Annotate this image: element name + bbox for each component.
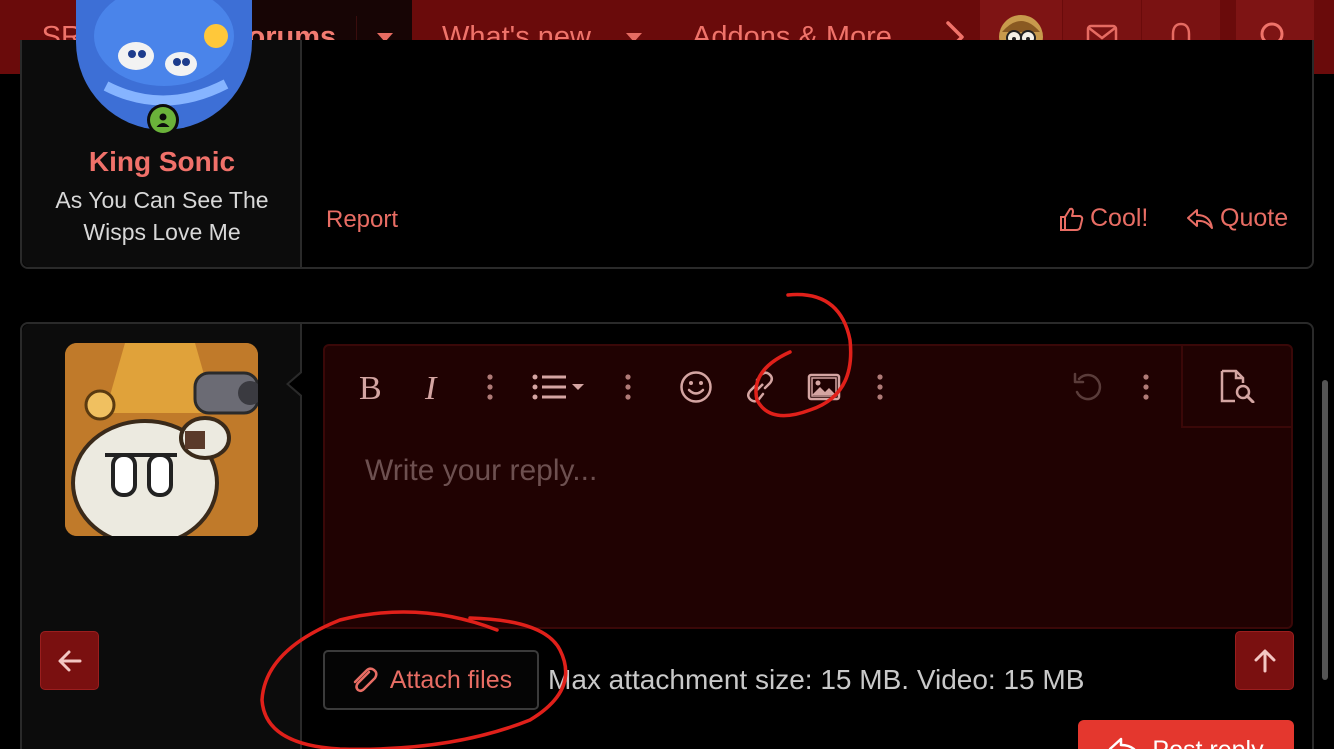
bold-button[interactable]: B: [347, 364, 393, 410]
attachment-limits-text: Max attachment size: 15 MB. Video: 15 MB: [548, 664, 1085, 695]
react-cool-label: Cool!: [1090, 204, 1149, 232]
online-status-indicator: [147, 104, 179, 136]
undo-button[interactable]: [1065, 364, 1111, 410]
current-user-avatar-image: [65, 343, 258, 536]
more-vertical-icon: [1143, 374, 1149, 400]
speech-arrow-inner: [289, 372, 303, 396]
more-vertical-icon: [877, 374, 883, 400]
smiley-icon: [680, 371, 712, 403]
svg-text:B: B: [359, 371, 382, 403]
user-icon: [156, 113, 170, 127]
post-reply-label: Post reply: [1152, 736, 1263, 749]
paperclip-icon: [353, 667, 378, 693]
list-button[interactable]: [529, 364, 591, 410]
report-link[interactable]: Report: [326, 206, 398, 234]
editor-toolbar: B I: [325, 346, 1291, 428]
arrow-left-icon: [58, 650, 81, 671]
reply-arrow-icon: [1109, 737, 1136, 749]
bold-icon: B: [359, 371, 382, 403]
reply-placeholder: Write your reply...: [365, 454, 598, 487]
rich-text-editor[interactable]: B I Write your reply...: [323, 344, 1293, 629]
italic-icon: I: [424, 371, 438, 403]
attach-files-label: Attach files: [389, 665, 513, 694]
message-post: King Sonic As You Can See The Wisps Love…: [20, 0, 1314, 269]
thumbs-up-icon: [1060, 207, 1084, 231]
emoji-button[interactable]: [673, 364, 719, 410]
preview-toggle-button[interactable]: [1181, 346, 1291, 428]
image-icon: [807, 373, 841, 401]
preview-icon: [1220, 369, 1255, 403]
insert-image-button[interactable]: [801, 364, 847, 410]
arrow-up-icon: [1254, 649, 1275, 672]
more-insert-options-button[interactable]: [857, 364, 903, 410]
attach-files-button[interactable]: Attach files: [323, 650, 539, 710]
quote-button[interactable]: Quote: [1186, 204, 1288, 233]
page-scrollbar[interactable]: [1322, 380, 1328, 680]
quick-reply-form: B I Write your reply... Attach files Max…: [20, 322, 1314, 749]
react-cool-button[interactable]: Cool!: [1058, 204, 1148, 233]
reply-arrow-icon: [1187, 208, 1213, 229]
italic-button[interactable]: I: [411, 364, 457, 410]
message-user-info: King Sonic As You Can See The Wisps Love…: [22, 0, 302, 267]
scroll-to-top-button[interactable]: [1235, 631, 1294, 690]
post-reply-button[interactable]: Post reply: [1078, 720, 1294, 749]
more-vertical-icon: [487, 374, 493, 400]
back-button[interactable]: [40, 631, 99, 690]
quote-label: Quote: [1220, 204, 1289, 232]
more-vertical-icon: [625, 374, 631, 400]
list-icon: [532, 374, 584, 400]
undo-icon: [1073, 372, 1102, 401]
avatar: [65, 343, 258, 536]
username-link[interactable]: King Sonic: [22, 146, 302, 178]
svg-text:I: I: [424, 371, 438, 403]
more-paragraph-options-button[interactable]: [605, 364, 651, 410]
more-text-options-button[interactable]: [467, 364, 513, 410]
user-title: As You Can See The Wisps Love Me: [55, 187, 269, 245]
link-icon: [747, 371, 773, 403]
more-options-button[interactable]: [1123, 364, 1169, 410]
insert-link-button[interactable]: [737, 364, 783, 410]
